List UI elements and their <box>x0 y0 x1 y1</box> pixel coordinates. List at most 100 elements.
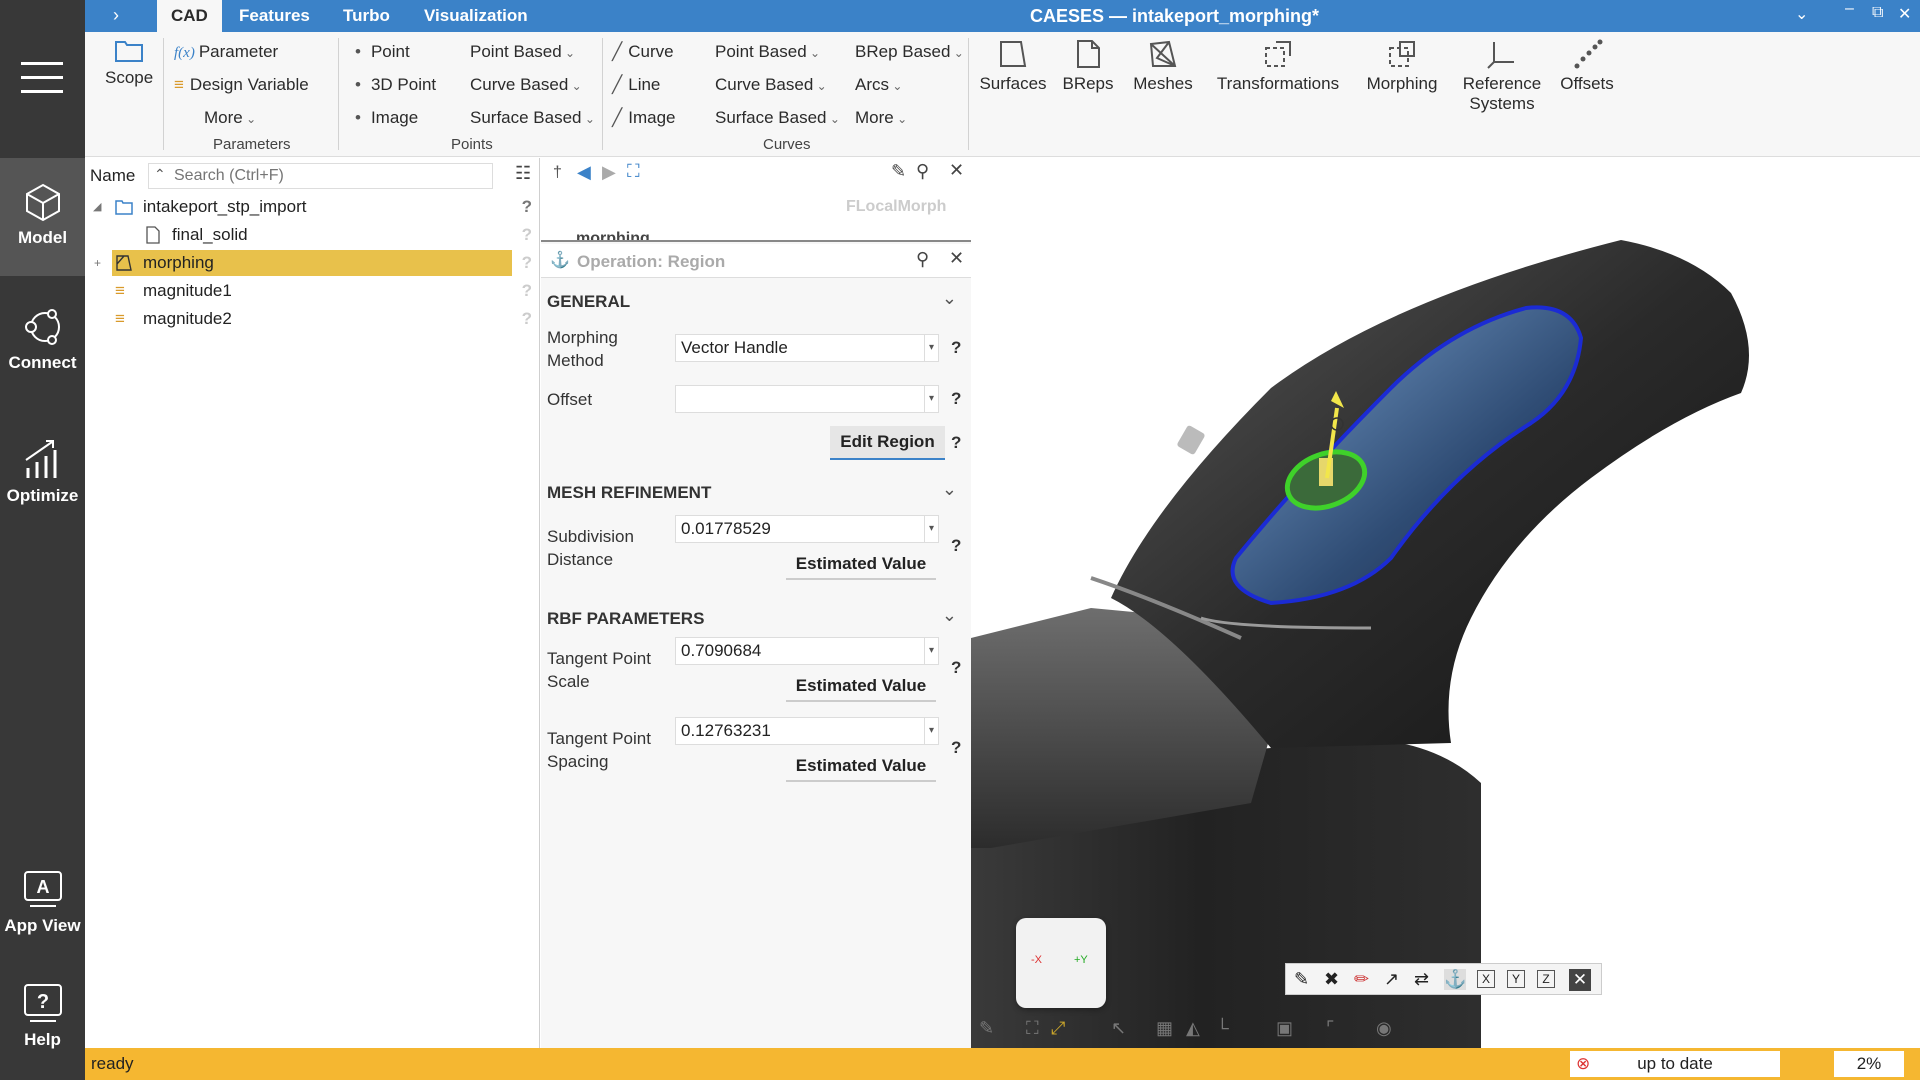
edit-pencil-icon[interactable]: ✎ <box>891 161 906 182</box>
tab-features[interactable]: Features <box>239 0 310 32</box>
intake-port-model[interactable] <box>971 158 1920 1048</box>
curve-button[interactable]: ╱ Curve <box>612 42 674 62</box>
x-axis-button[interactable]: X <box>1477 970 1495 988</box>
tangent-point-scale-input[interactable]: 0.7090684 ▾ <box>675 637 939 665</box>
zoom-icon[interactable]: ⤢ <box>1051 1018 1065 1039</box>
eye-icon[interactable]: ◉ <box>1376 1018 1392 1039</box>
tree-item-intakeport-stp-import[interactable]: ◢ intakeport_stp_import ? <box>85 194 540 220</box>
section-general[interactable]: GENERAL ⌄ <box>541 284 971 318</box>
tree-help-icon[interactable]: ? <box>522 194 532 220</box>
close-icon[interactable]: ✕ <box>949 160 964 181</box>
dropdown-arrow-icon[interactable]: ▾ <box>924 638 938 664</box>
y-axis-button[interactable]: Y <box>1507 970 1525 988</box>
tangent-point-spacing-input[interactable]: 0.12763231 ▾ <box>675 717 939 745</box>
link-tool-icon[interactable]: ⇄ <box>1414 969 1429 990</box>
point-image-button[interactable]: Image <box>355 108 418 128</box>
pencil-remove-icon[interactable]: ✏ <box>1354 969 1369 990</box>
curves-curve-based-dropdown[interactable]: Curve Based <box>715 75 827 95</box>
curves-point-based-dropdown[interactable]: Point Based <box>715 42 820 62</box>
tree-help-icon[interactable]: ? <box>522 306 532 332</box>
select-pointer-icon[interactable]: ↖ <box>1111 1018 1126 1039</box>
camera-icon[interactable]: ▣ <box>1276 1018 1293 1039</box>
morphing-button[interactable]: Morphing <box>1357 38 1447 94</box>
close-manipulator-icon[interactable]: ✕ <box>1569 969 1591 991</box>
help-icon[interactable]: ? <box>951 338 961 358</box>
cross-tool-icon[interactable]: ✖ <box>1324 969 1339 990</box>
design-variable-button[interactable]: ≡ Design Variable <box>174 75 309 95</box>
tree-help-icon[interactable]: ? <box>522 278 532 304</box>
point-based-dropdown[interactable]: Point Based <box>470 42 575 62</box>
collapse-triangle-icon[interactable]: ◢ <box>93 194 101 220</box>
offset-input[interactable]: ▾ <box>675 385 939 413</box>
mirror-icon[interactable]: ◭ <box>1186 1018 1200 1039</box>
view-cube[interactable]: -X +Y <box>1016 918 1106 1008</box>
collapse-chevron-icon[interactable]: ⌄ <box>942 479 957 500</box>
nav-app-view[interactable]: A App View <box>0 868 85 936</box>
pin-icon[interactable]: † <box>553 164 562 182</box>
fit-selection-icon[interactable]: ⛶ <box>627 161 640 182</box>
tree-search-input[interactable] <box>174 164 494 188</box>
dropdown-arrow-icon[interactable]: ▾ <box>924 386 938 412</box>
transformations-button[interactable]: Transformations <box>1208 38 1348 94</box>
grid-icon[interactable]: ▦ <box>1156 1018 1173 1039</box>
tps-estimated-value-button[interactable]: Estimated Value <box>786 672 936 702</box>
ribbon-collapse-chevron-icon[interactable]: ⌄ <box>1795 4 1808 24</box>
3d-viewport[interactable]: -X +Y ✎ ✖ ✏ ↗ ⇄ ⚓ X Y Z ✕ ✎ ⛶ ⤢ ↖ ▦ ◭ └ … <box>971 158 1920 1048</box>
parameters-more-dropdown[interactable]: More <box>204 108 256 128</box>
section-rbf-parameters[interactable]: RBF PARAMETERS ⌄ <box>541 601 971 635</box>
surface-based-dropdown[interactable]: Surface Based <box>470 108 595 128</box>
arrow-tool-icon[interactable]: ↗ <box>1384 969 1399 990</box>
anchor-tool-icon[interactable]: ⚓ <box>1444 969 1467 990</box>
dropdown-arrow-icon[interactable]: ▾ <box>924 718 938 744</box>
meshes-button[interactable]: Meshes <box>1128 38 1198 94</box>
crop-icon[interactable]: ⌜ <box>1326 1018 1334 1039</box>
help-icon[interactable]: ? <box>951 433 961 453</box>
edit-region-button[interactable]: Edit Region <box>830 426 945 460</box>
dropdown-arrow-icon[interactable]: ▾ <box>924 335 938 361</box>
operation-search-icon[interactable]: ⚲ <box>916 249 929 270</box>
help-icon[interactable]: ? <box>951 738 961 758</box>
nav-connect[interactable]: Connect <box>0 305 85 373</box>
tab-visualization[interactable]: Visualization <box>424 0 528 32</box>
morphing-method-select[interactable]: Vector Handle ▾ <box>675 334 939 362</box>
expand-chevron-icon[interactable]: › <box>113 5 119 26</box>
pencil-tool-icon[interactable]: ✎ <box>1294 969 1309 990</box>
object-name-field[interactable]: morphing <box>576 230 650 240</box>
hamburger-menu-icon[interactable] <box>21 62 63 104</box>
scope-button[interactable]: Scope <box>105 38 153 88</box>
nav-model[interactable]: Model <box>0 158 85 276</box>
operation-close-icon[interactable]: ✕ <box>949 248 964 269</box>
tab-turbo[interactable]: Turbo <box>343 0 390 32</box>
close-window-icon[interactable]: ✕ <box>1898 4 1911 24</box>
fit-all-icon[interactable]: ⛶ <box>1026 1018 1039 1039</box>
collapse-chevron-icon[interactable]: ⌄ <box>942 605 957 626</box>
help-icon[interactable]: ? <box>951 536 961 556</box>
tree-item-magnitude1[interactable]: ≡ magnitude1 ? <box>85 278 540 304</box>
minimize-icon[interactable]: – <box>1845 0 1854 18</box>
help-icon[interactable]: ? <box>951 658 961 678</box>
dropdown-arrow-icon[interactable]: ▾ <box>924 516 938 542</box>
breps-button[interactable]: BReps <box>1058 38 1118 94</box>
forward-arrow-icon[interactable]: ▶ <box>602 162 616 183</box>
tree-help-icon[interactable]: ? <box>522 250 532 276</box>
arcs-dropdown[interactable]: Arcs <box>855 75 902 95</box>
curves-more-dropdown[interactable]: More <box>855 108 907 128</box>
surfaces-button[interactable]: Surfaces <box>978 38 1048 94</box>
subdivision-distance-input[interactable]: 0.01778529 ▾ <box>675 515 939 543</box>
draw-icon[interactable]: ✎ <box>979 1018 994 1039</box>
curve-based-dropdown[interactable]: Curve Based <box>470 75 582 95</box>
z-axis-button[interactable]: Z <box>1537 970 1555 988</box>
parameter-button[interactable]: f(x) Parameter <box>174 42 278 62</box>
tree-item-final-solid[interactable]: final_solid ? <box>85 222 540 248</box>
sort-up-icon[interactable]: ⌃ <box>154 166 166 183</box>
nav-optimize[interactable]: Optimize <box>0 438 85 506</box>
subdivision-estimated-value-button[interactable]: Estimated Value <box>786 550 936 580</box>
restore-icon[interactable]: ⧉ <box>1872 4 1883 22</box>
line-button[interactable]: ╱ Line <box>612 75 660 95</box>
tree-item-magnitude2[interactable]: ≡ magnitude2 ? <box>85 306 540 332</box>
reference-systems-button[interactable]: Reference Systems <box>1452 38 1552 114</box>
point-button[interactable]: Point <box>355 42 410 62</box>
tree-item-morphing[interactable]: + morphing ? <box>85 250 540 276</box>
help-icon[interactable]: ? <box>951 389 961 409</box>
back-arrow-icon[interactable]: ◀ <box>577 162 591 183</box>
